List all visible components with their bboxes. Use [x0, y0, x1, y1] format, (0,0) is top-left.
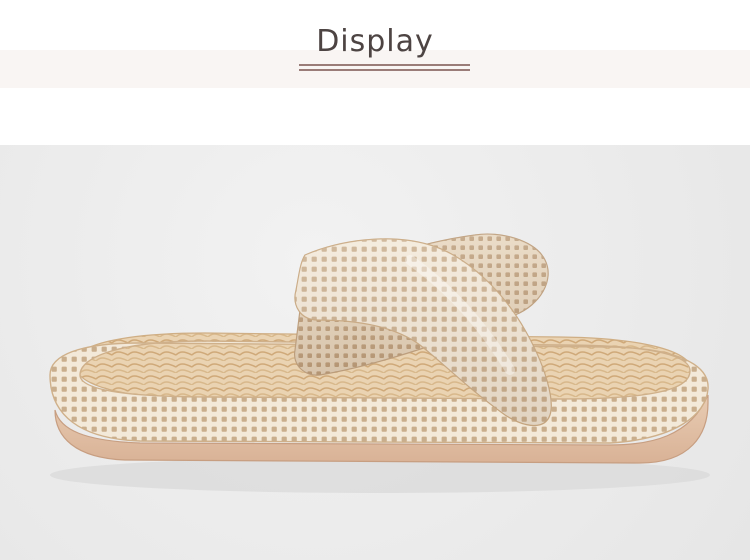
slipper-image: [49, 233, 710, 493]
section-header: Display: [0, 0, 750, 145]
product-photo: [0, 145, 750, 560]
section-title: Display: [316, 24, 434, 59]
title-underline-bottom: [299, 69, 470, 71]
title-underline-top: [299, 64, 470, 66]
